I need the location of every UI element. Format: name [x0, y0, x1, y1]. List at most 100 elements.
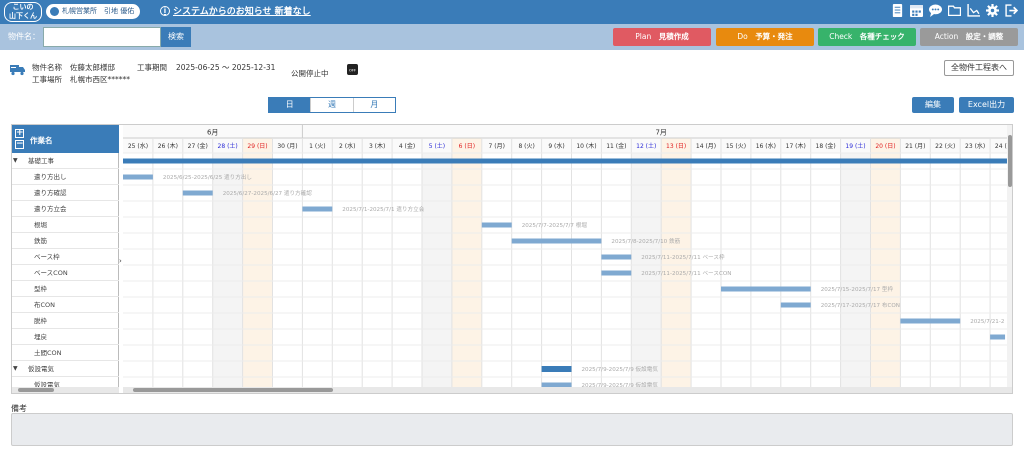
task-name: 埋戻 [34, 333, 47, 341]
weekend-column [840, 138, 871, 387]
task-row[interactable]: ベース枠 [12, 249, 119, 265]
expand-all-icon[interactable]: + [15, 129, 24, 138]
day-label: 28 (土) [218, 142, 238, 150]
timeline: 6月 7月 25 (水) 26 (木) 27 (金) 28 (土) 29 (日) 30 (月)… [123, 125, 1012, 393]
user-icon [50, 7, 59, 16]
check-button[interactable]: Check 各種チェック [818, 28, 916, 46]
publish-status: 公開停止中 [291, 69, 329, 78]
task-row[interactable]: 遣り方出し [12, 169, 119, 185]
day-label: 25 (水) [128, 142, 148, 150]
day-label: 11 (金) [606, 142, 626, 150]
timeline-grid: 6月 7月 25 (水) 26 (木) 27 (金) 28 (土) 29 (日) 30 (月)… [123, 125, 1012, 387]
do-button[interactable]: Do 予算・発注 [716, 28, 814, 46]
task-bar [780, 302, 811, 308]
app-logo[interactable]: こいの 山下くん [4, 2, 42, 22]
day-label: 7 (月) [489, 143, 505, 150]
action-button[interactable]: Action 設定・調整 [920, 28, 1018, 46]
task-bar-label: 2025/7/21-2 [970, 319, 1004, 325]
logout-icon[interactable] [1005, 4, 1019, 18]
task-name: 基礎工事 [28, 157, 54, 165]
day-label: 10 (木) [576, 142, 596, 150]
property-name: 佐藤太郎様邸 [70, 63, 115, 72]
task-group-row[interactable]: ▼ 仮設電気 [12, 361, 119, 377]
task-row[interactable]: 型枠 [12, 281, 119, 297]
day-label: 22 (火) [935, 143, 955, 150]
day-label: 8 (火) [518, 143, 534, 150]
gear-icon[interactable] [986, 4, 999, 18]
task-name: 遣り方確認 [34, 189, 67, 197]
task-name-header: 作業名 [30, 136, 53, 145]
task-bar [123, 158, 1012, 164]
tab-month[interactable]: 月 [354, 98, 395, 112]
chart-icon[interactable] [967, 4, 980, 18]
tab-day[interactable]: 日 [269, 98, 312, 112]
task-bar [900, 318, 961, 324]
calendar-icon[interactable] [910, 4, 923, 18]
day-label: 27 (金) [188, 142, 208, 150]
task-name: ベースCON [34, 269, 68, 277]
month-label: 6月 [207, 129, 218, 137]
task-name: 根堀 [34, 221, 47, 229]
property-search-input[interactable] [43, 27, 161, 47]
toggle-icon[interactable]: ▼ [13, 361, 18, 377]
gantt-chart: + − 作業名 ▼ 基礎工事遣り方出し遣り方確認遣り方立会根堀鉄筋ベース枠ベースC… [11, 124, 1013, 394]
day-label: 12 (土) [636, 142, 656, 150]
task-row[interactable]: 埋戻 [12, 329, 119, 345]
search-button[interactable]: 検索 [161, 27, 191, 47]
task-row[interactable]: 鉄筋 [12, 233, 119, 249]
task-row[interactable]: 遣り方確認 [12, 185, 119, 201]
task-name: 型枠 [34, 285, 47, 293]
period-caption: 工事期間 [137, 63, 167, 72]
task-row[interactable]: 遣り方立会 [12, 201, 119, 217]
task-group-row[interactable]: ▼ 基礎工事 [12, 153, 119, 169]
system-notice-link[interactable]: i システムからのお知らせ 新着なし [160, 4, 311, 17]
weekend-column [631, 138, 662, 387]
task-bar-label: 2025/6/25-2025/6/25 遣り方出し [163, 173, 253, 181]
day-label: 4 (金) [399, 142, 415, 150]
task-bar-label: 2025/7/11-2025/7/11 ベースCON [641, 270, 731, 277]
chat-icon[interactable] [929, 4, 942, 18]
day-label: 23 (水) [965, 142, 985, 150]
day-label: 17 (木) [786, 142, 806, 150]
task-row[interactable]: 布CON [12, 297, 119, 313]
all-schedules-button[interactable]: 全物件工程表へ [944, 60, 1014, 76]
task-name: 遣り方出し [34, 173, 67, 181]
task-bar [511, 238, 602, 244]
day-label: 14 (月) [696, 143, 716, 150]
task-name: 脱枠 [34, 317, 47, 325]
edit-button[interactable]: 編集 [912, 97, 954, 113]
collapse-all-icon[interactable]: − [15, 140, 24, 149]
task-row[interactable]: ベースCON [12, 265, 119, 281]
task-name: 遣り方立会 [34, 205, 67, 213]
gantt-vertical-scrollbar[interactable] [1007, 125, 1012, 387]
task-row[interactable]: 脱枠 [12, 313, 119, 329]
day-label: 29 (日) [247, 143, 267, 150]
day-label: 1 (火) [309, 143, 325, 150]
task-name: 鉄筋 [34, 237, 47, 245]
folder-icon[interactable] [947, 4, 962, 18]
day-label: 26 (木) [158, 142, 178, 150]
toggle-icon[interactable]: ▼ [13, 153, 18, 169]
collapse-panel-icon[interactable]: › [119, 257, 122, 265]
task-row[interactable]: 根堀 [12, 217, 119, 233]
weekend-column [451, 138, 482, 387]
task-bar-label: 2025/7/7-2025/7/7 根堀 [522, 221, 588, 229]
remarks-input[interactable] [11, 413, 1013, 446]
task-bar [601, 270, 632, 276]
day-label: 2 (水) [339, 142, 355, 150]
task-list-header: + − 作業名 [12, 125, 119, 153]
search-bar: 物件名： 検索 Plan 見積作成 Do 予算・発注 Check 各種チェック … [0, 24, 1024, 50]
task-list-scrollbar[interactable] [12, 387, 119, 393]
plan-button[interactable]: Plan 見積作成 [613, 28, 711, 46]
task-row[interactable]: 土間CON [12, 345, 119, 361]
document-icon[interactable] [891, 4, 904, 18]
task-bar-label: 2025/7/17-2025/7/17 布CON [821, 301, 900, 309]
day-label: 6 (日) [459, 143, 475, 150]
off-toggle-icon[interactable]: OFF [347, 64, 358, 75]
tab-week[interactable]: 週 [311, 98, 354, 112]
excel-export-button[interactable]: Excel出力 [959, 97, 1014, 113]
construction-period: 2025-06-25 〜 2025-12-31 [176, 63, 276, 72]
task-name: ベース枠 [34, 253, 60, 261]
user-badge[interactable]: 札幌営業所 引地 優佑 [46, 4, 141, 19]
timeline-scrollbar[interactable] [123, 387, 1012, 393]
